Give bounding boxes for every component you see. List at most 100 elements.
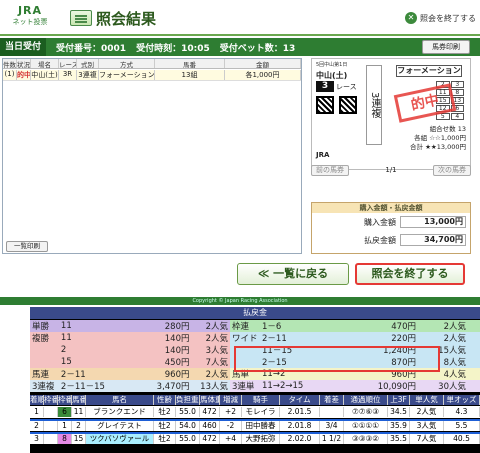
prev-ticket-button[interactable]: 前の馬券 (311, 164, 349, 176)
payout-amount: 3,470円 (156, 382, 190, 392)
result-cell: ブランクエンド (86, 407, 154, 417)
ticket-image: 5回中山第1日 中山(土) 3 レース JRA 3連複 フォーメーション 2 3… (311, 58, 471, 170)
next-ticket-button[interactable]: 次の馬券 (432, 164, 471, 176)
result-cell: 7人気 (410, 434, 444, 444)
result-cell: 4.3 (444, 407, 480, 417)
result-cell: 35.9 (388, 421, 410, 431)
result-cell: 460 (200, 421, 220, 431)
ticket-print-button[interactable]: 馬券印刷 (422, 40, 470, 54)
col-amount: 金額 (225, 59, 301, 68)
result-header-row: 着順枠番枠番馬番馬名性齢負担重量馬体重増減騎手タイム着差通過順位上3F単人気単オ… (30, 395, 480, 405)
payout-amount: 140円 (164, 346, 190, 356)
cell-venue: 中山(土) (31, 70, 59, 80)
ticket-jra: JRA (316, 151, 330, 159)
payout-amount: 140円 (164, 334, 190, 344)
payout-popularity: 2人気 (205, 334, 228, 344)
qr-code-icon (316, 96, 334, 114)
result-cell (44, 434, 58, 444)
result-header-cell: 通過順位 (344, 395, 388, 405)
info-bar: 当日受付 受付番号：0001 受付時刻：10:05 受付ベット数：13 (0, 38, 480, 56)
payout-amount: 10,090円 (377, 382, 416, 392)
logo-top-text: JRA (17, 4, 43, 17)
result-header-cell: 負担重量 (176, 395, 200, 405)
payout-number: 11→2→15 (262, 381, 304, 391)
payout-row-left: 馬連 2－11 960円 2人気 (30, 368, 230, 380)
result-cell: 35.5 (388, 434, 410, 444)
col-race: レース (59, 59, 77, 68)
result-cell: ③③③② (344, 434, 388, 444)
pay-value: 34,700円 (400, 234, 466, 246)
table-header: 件数 状況 場名 レース 式別 方式 馬番 金額 (3, 59, 301, 69)
document-icon (70, 10, 92, 26)
result-cell: 3人気 (410, 421, 444, 431)
cell-method: フォーメーション (99, 70, 155, 80)
col-status: 状況 (17, 59, 31, 68)
payout-row-right: 枠連 1－6 470円 2人気 (230, 320, 480, 332)
result-header-cell: 上3F (388, 395, 410, 405)
back-to-list-button[interactable]: ≪ 一覧に戻る (237, 263, 349, 285)
payout-row-left: 15 450円 7人気 (30, 356, 230, 368)
buy-value: 13,000円 (400, 216, 466, 228)
ticket-totals: 組合せ数 13 各組 ☆☆1,000円 合計 ★★13,000円 (396, 125, 466, 152)
pay-row: 払戻金額 34,700円 (312, 231, 470, 249)
end-inquiry-button[interactable]: 照会を終了する (355, 263, 465, 285)
cell-amount: 各1,000円 (225, 70, 301, 80)
result-cell (44, 421, 58, 431)
result-header-cell: 着順 (30, 395, 44, 405)
payment-box: 購入金額・払戻金額 購入金額 13,000円 払戻金額 34,700円 (311, 202, 471, 254)
result-cell: 2.01.5 (280, 407, 320, 417)
buy-row: 購入金額 13,000円 (312, 213, 470, 231)
payout-board-title: 払戻金 (30, 307, 480, 319)
payout-popularity: 2人気 (205, 370, 228, 380)
payout-popularity: 2人気 (443, 322, 466, 332)
result-row: 1 6 11 ブランクエンド 牡2 55.0 472 +2 モレイラ 2.01.5 ⑦⑦⑥③ 34.5… (30, 406, 480, 418)
result-cell: 2 (30, 421, 44, 431)
result-cell: 1 (30, 407, 44, 417)
payout-row-left: 3連複 2－11－15 3,470円 13人気 (30, 380, 230, 392)
payout-type: 3連単 (232, 382, 255, 392)
exit-button-top[interactable]: ✕ 照会を終了する (405, 10, 476, 26)
result-header-cell: 枠番 (44, 395, 58, 405)
payout-number: 2－11－15 (60, 382, 105, 392)
result-cell: 6 (58, 407, 72, 417)
ticket-race-label: レース (336, 83, 357, 91)
payout-number: 11 (60, 321, 72, 331)
result-cell: 8 (58, 434, 72, 444)
result-cell: モレイラ (242, 407, 280, 417)
payout-popularity: 30人気 (438, 382, 466, 392)
result-cell: 55.0 (176, 434, 200, 444)
payout-type: 複勝 (32, 334, 50, 344)
today-tag: 当日受付 (0, 38, 47, 56)
qr-code-icon (339, 96, 357, 114)
title-area: 照会結果 (70, 8, 156, 28)
result-cell: ツクバソヴァール (86, 434, 154, 444)
result-cell: 34.5 (388, 407, 410, 417)
result-cell: 2.02.0 (280, 434, 320, 444)
page-title: 照会結果 (96, 9, 157, 28)
result-header-cell: 着差 (320, 395, 344, 405)
exit-label: 照会を終了する (420, 13, 476, 23)
col-kind: 式別 (77, 59, 99, 68)
payout-number: 11 (60, 333, 72, 343)
payout-amount: 280円 (164, 322, 190, 332)
payout-popularity: 13人気 (200, 382, 228, 392)
cell-race: 3R (59, 70, 77, 80)
payout-row-left: 複勝 11 140円 2人気 (30, 332, 230, 344)
table-row[interactable]: (1) 的中 中山(土) 3R 3連複 フォーメーション 13組 各1,000円 (3, 70, 301, 81)
result-cell: ⑦⑦⑥③ (344, 407, 388, 417)
result-row: 3 8 15 ツクバソヴァール 牡2 55.0 472 +4 大野拓弥 2.02.0 1 1/2 ③③… (30, 432, 480, 444)
ticket-venue: 中山(土) (316, 71, 348, 80)
list-print-button[interactable]: 一覧印刷 (6, 241, 48, 252)
result-cell: 1 1/2 (320, 434, 344, 444)
result-header-cell: 性齢 (154, 395, 176, 405)
payout-number: 2－11 (60, 370, 86, 380)
payout-number: 1－6 (262, 322, 282, 332)
result-cell: +4 (220, 434, 242, 444)
result-cell: 3/4 (320, 421, 344, 431)
result-cell: 54.0 (176, 421, 200, 431)
cell-no: (1) (3, 70, 17, 80)
payout-row-left: 2 140円 3人気 (30, 344, 230, 356)
ticket-race-number: 3 (316, 81, 334, 92)
payout-popularity: 2人気 (205, 322, 228, 332)
result-cell: 11 (72, 407, 86, 417)
